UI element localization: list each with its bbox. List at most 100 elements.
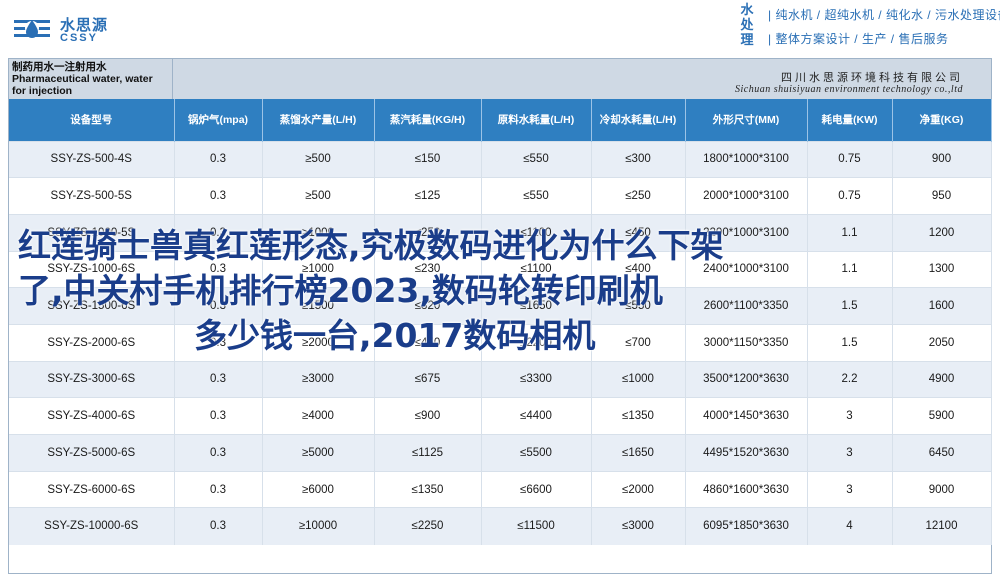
slogan-vertical-label: 水处理 <box>740 2 756 47</box>
slogan-services: | 整体方案设计 / 生产 / 售后服务 <box>768 32 949 46</box>
table-cell: 6095*1850*3630 <box>685 507 808 545</box>
table-cell: 2000*1000*3100 <box>685 177 808 215</box>
table-cell: ≤5500 <box>481 434 592 472</box>
table-cell: ≤150 <box>374 140 482 178</box>
table-row: SSY-ZS-4000-6S 0.3 ≥4000 ≤900 ≤4400 ≤1350 4000… <box>9 397 992 435</box>
table-row: SSY-ZS-500-4S 0.3 ≥500 ≤150 ≤550 ≤300 1800*100… <box>9 140 992 178</box>
model-cell: SSY-ZS-5000-6S <box>9 434 175 472</box>
table-cell: ≤1125 <box>374 434 482 472</box>
table-cell: ≤1350 <box>374 470 482 508</box>
table-cell: ≤2250 <box>374 507 482 545</box>
table-cell: ≤1000 <box>591 360 686 398</box>
table-cell: 3500*1200*3630 <box>685 360 808 398</box>
table-cell: ≥6000 <box>262 470 375 508</box>
table-cell: ≤900 <box>374 397 482 435</box>
table-cell: ≤1650 <box>591 434 686 472</box>
column-header-net-weight[interactable]: 净重(KG) <box>892 99 992 141</box>
table-cell: ≤1350 <box>591 397 686 435</box>
table-cell: ≥4000 <box>262 397 375 435</box>
model-cell: SSY-ZS-6000-6S <box>9 470 175 508</box>
table-cell: ≥5000 <box>262 434 375 472</box>
company-logo[interactable]: 水思源 CSSY <box>12 12 172 48</box>
table-header-row: 设备型号 锅炉气(mpa) 蒸馏水产量(L/H) 蒸汽耗量(KG/H) 原料水耗… <box>9 99 992 141</box>
company-name-cn: 四川水思源环境科技有限公司 <box>781 72 963 84</box>
product-name-cell: 制药用水一注射用水 Pharmaceutical water, water fo… <box>9 59 173 99</box>
table-cell: 0.75 <box>807 177 893 215</box>
table-cell: ≤125 <box>374 177 482 215</box>
slogan-block: 水处理 | 纯水机 / 超纯水机 / 纯化水 / 污水处理设备 | 整体方案设计… <box>740 2 1000 54</box>
table-cell: ≥10000 <box>262 507 375 545</box>
table-cell: ≤300 <box>591 140 686 178</box>
table-cell: ≤3000 <box>591 507 686 545</box>
model-cell: SSY-ZS-3000-6S <box>9 360 175 398</box>
column-header-cooling-water[interactable]: 冷却水耗量(L/H) <box>591 99 686 141</box>
column-header-raw-water[interactable]: 原料水耗量(L/H) <box>481 99 592 141</box>
company-name-en: Sichuan shuisiyuan environment technolog… <box>735 84 963 95</box>
table-cell: ≥500 <box>262 140 375 178</box>
table-cell: 3 <box>807 434 893 472</box>
table-cell: 4860*1600*3630 <box>685 470 808 508</box>
model-cell: SSY-ZS-4000-6S <box>9 397 175 435</box>
table-cell: ≤11500 <box>481 507 592 545</box>
table-cell: ≤550 <box>481 140 592 178</box>
table-cell: ≤2000 <box>591 470 686 508</box>
company-name-cell: 四川水思源环境科技有限公司 Sichuan shuisiyuan environ… <box>173 59 991 99</box>
table-cell: 0.3 <box>174 507 263 545</box>
product-name-cn: 制药用水一注射用水 <box>12 61 107 73</box>
model-cell: SSY-ZS-500-4S <box>9 140 175 178</box>
table-cell: ≥500 <box>262 177 375 215</box>
table-cell: 0.3 <box>174 434 263 472</box>
column-header-power[interactable]: 耗电量(KW) <box>807 99 893 141</box>
model-cell: SSY-ZS-10000-6S <box>9 507 175 545</box>
table-cell: 5900 <box>892 397 992 435</box>
logo-text-en: CSSY <box>60 32 98 44</box>
table-cell: ≤250 <box>591 177 686 215</box>
slogan-vertical-text: 水处理 <box>740 2 754 47</box>
overlay-headline[interactable]: 红莲骑士兽真红莲形态,究极数码进化为什么下架 了,中关村手机排行榜2023,数码… <box>18 223 983 358</box>
table-cell: 3 <box>807 397 893 435</box>
table-cell: ≤675 <box>374 360 482 398</box>
table-cell: 0.3 <box>174 177 263 215</box>
table-cell: 0.3 <box>174 360 263 398</box>
column-header-steam-consumption[interactable]: 蒸汽耗量(KG/H) <box>374 99 482 141</box>
table-cell: 4000*1450*3630 <box>685 397 808 435</box>
table-cell: 0.3 <box>174 470 263 508</box>
column-header-dimensions[interactable]: 外形尺寸(MM) <box>685 99 808 141</box>
table-cell: 0.3 <box>174 140 263 178</box>
table-cell: 6450 <box>892 434 992 472</box>
column-header-model[interactable]: 设备型号 <box>9 99 175 141</box>
table-cell: 9000 <box>892 470 992 508</box>
table-row: SSY-ZS-10000-6S 0.3 ≥10000 ≤2250 ≤11500 ≤3000… <box>9 507 992 545</box>
table-cell: 4900 <box>892 360 992 398</box>
table-cell: 0.75 <box>807 140 893 178</box>
table-cell: ≤4400 <box>481 397 592 435</box>
column-header-boiler-pressure[interactable]: 锅炉气(mpa) <box>174 99 263 141</box>
table-row: SSY-ZS-5000-6S 0.3 ≥5000 ≤1125 ≤5500 ≤1650 449… <box>9 434 992 472</box>
table-cell: 950 <box>892 177 992 215</box>
table-cell: ≥3000 <box>262 360 375 398</box>
water-drop-logo-icon <box>14 20 50 38</box>
table-row: SSY-ZS-3000-6S 0.3 ≥3000 ≤675 ≤3300 ≤1000 3500… <box>9 360 992 398</box>
table-cell: ≤3300 <box>481 360 592 398</box>
table-cell: 12100 <box>892 507 992 545</box>
table-cell: 4495*1520*3630 <box>685 434 808 472</box>
overlay-line-1: 红莲骑士兽真红莲形态,究极数码进化为什么下架 <box>18 226 724 265</box>
table-cell: 4 <box>807 507 893 545</box>
table-row: SSY-ZS-6000-6S 0.3 ≥6000 ≤1350 ≤6600 ≤2000 486… <box>9 470 992 508</box>
table-cell: 3 <box>807 470 893 508</box>
product-name-en: Pharmaceutical water, water for injectio… <box>12 73 153 97</box>
column-header-distilled-output[interactable]: 蒸馏水产量(L/H) <box>262 99 375 141</box>
table-title-row: 制药用水一注射用水 Pharmaceutical water, water fo… <box>9 59 991 99</box>
table-cell: ≤6600 <box>481 470 592 508</box>
overlay-line-2: 了,中关村手机排行榜2023,数码轮转印刷机 <box>18 271 663 310</box>
slogan-products: | 纯水机 / 超纯水机 / 纯化水 / 污水处理设备 <box>768 8 1000 22</box>
table-cell: 1800*1000*3100 <box>685 140 808 178</box>
table-cell: 2.2 <box>807 360 893 398</box>
table-cell: 900 <box>892 140 992 178</box>
model-cell: SSY-ZS-500-5S <box>9 177 175 215</box>
overlay-line-3: 多少钱一台,2017数码相机 <box>194 316 596 355</box>
table-cell: 0.3 <box>174 397 263 435</box>
top-header: 水思源 CSSY 水处理 | 纯水机 / 超纯水机 / 纯化水 / 污水处理设备… <box>0 0 1000 58</box>
table-row: SSY-ZS-500-5S 0.3 ≥500 ≤125 ≤550 ≤250 2000*100… <box>9 177 992 215</box>
table-cell: ≤550 <box>481 177 592 215</box>
